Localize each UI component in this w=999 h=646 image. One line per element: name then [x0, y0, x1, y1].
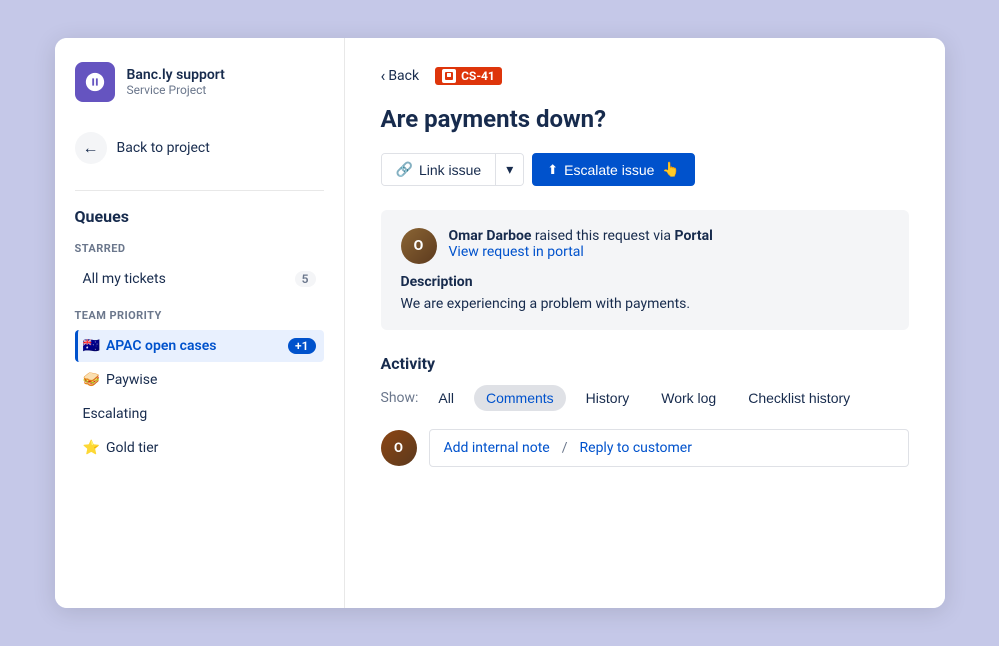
portal-text: Portal: [675, 228, 713, 244]
escalate-label: Escalate issue: [564, 162, 654, 178]
gold-tier-item-left: ⭐ Gold tier: [83, 440, 159, 456]
starred-label: STARRED: [75, 242, 324, 255]
filter-worklog-button[interactable]: Work log: [649, 385, 728, 411]
filter-comments-button[interactable]: Comments: [474, 385, 566, 411]
activity-title: Activity: [381, 354, 909, 373]
paywise-label: Paywise: [106, 372, 157, 388]
filter-all-button[interactable]: All: [426, 385, 466, 411]
escalating-label: Escalating: [83, 406, 148, 422]
gold-tier-emoji: ⭐: [83, 440, 100, 456]
starred-section: STARRED All my tickets 5: [55, 242, 344, 297]
back-to-project-button[interactable]: ← Back to project: [55, 122, 344, 174]
sidebar-item-paywise[interactable]: 🥪 Paywise: [75, 364, 324, 396]
comment-row: O Add internal note / Reply to customer: [381, 429, 909, 467]
description-label: Description: [401, 274, 889, 290]
apac-badge: +1: [288, 338, 315, 354]
apac-item-left: 🇦🇺 APAC open cases: [83, 338, 217, 354]
sidebar-item-apac[interactable]: 🇦🇺 APAC open cases +1: [75, 330, 324, 362]
show-bar: Show: All Comments History Work log Chec…: [381, 385, 909, 411]
filter-history-button[interactable]: History: [574, 385, 642, 411]
add-internal-note-link[interactable]: Add internal note: [444, 440, 550, 456]
activity-card: O Omar Darboe raised this request via Po…: [381, 210, 909, 330]
escalating-item-left: Escalating: [83, 406, 148, 422]
sidebar-item-escalating[interactable]: Escalating: [75, 398, 324, 430]
back-arrow-icon: ←: [75, 132, 107, 164]
team-priority-section: TEAM PRIORITY 🇦🇺 APAC open cases +1 🥪 Pa…: [55, 309, 344, 466]
comment-separator: /: [562, 440, 568, 456]
description-text: We are experiencing a problem with payme…: [401, 296, 889, 312]
link-icon: 🔗: [396, 161, 413, 178]
sidebar-item-gold-tier[interactable]: ⭐ Gold tier: [75, 432, 324, 464]
requester-name: Omar Darboe: [449, 228, 532, 244]
team-priority-label: TEAM PRIORITY: [75, 309, 324, 322]
project-type: Service Project: [127, 83, 225, 97]
all-tickets-badge: 5: [295, 271, 316, 287]
gold-tier-label: Gold tier: [106, 440, 158, 456]
page-title: Are payments down?: [381, 105, 909, 133]
raised-text: raised this request via: [535, 228, 671, 244]
project-name: Banc.ly support: [127, 67, 225, 83]
main-content: ‹ Back CS-41 Are payments down? 🔗: [345, 38, 945, 608]
paywise-emoji: 🥪: [83, 372, 100, 388]
project-info: Banc.ly support Service Project: [127, 67, 225, 97]
back-label: Back: [388, 68, 419, 84]
incident-icon: [444, 71, 454, 81]
commenter-avatar: O: [381, 430, 417, 466]
queues-title: Queues: [55, 207, 344, 226]
back-chevron-icon: ‹: [381, 66, 386, 85]
show-label: Show:: [381, 390, 419, 406]
issue-id-text: CS-41: [461, 69, 495, 83]
apac-label: APAC open cases: [106, 338, 217, 354]
paywise-item-left: 🥪 Paywise: [83, 372, 158, 388]
filter-checklist-button[interactable]: Checklist history: [736, 385, 862, 411]
action-bar: 🔗 Link issue ▾ ⬆ Escalate issue 👆: [381, 153, 909, 186]
link-issue-dropdown-button[interactable]: ▾: [496, 154, 523, 185]
breadcrumb-back-button[interactable]: ‹ Back: [381, 66, 420, 85]
back-to-project-label: Back to project: [117, 140, 210, 156]
all-tickets-label: All my tickets: [83, 271, 166, 287]
project-logo-icon: [84, 71, 106, 93]
activity-header: O Omar Darboe raised this request via Po…: [401, 228, 889, 264]
project-icon: [75, 62, 115, 102]
issue-type-icon: [442, 69, 456, 83]
breadcrumb: ‹ Back CS-41: [381, 66, 909, 85]
activity-section: Activity Show: All Comments History Work…: [381, 354, 909, 467]
comment-input-area[interactable]: Add internal note / Reply to customer: [429, 429, 909, 467]
description-section: Description We are experiencing a proble…: [401, 274, 889, 312]
reply-to-customer-link[interactable]: Reply to customer: [580, 440, 692, 456]
omar-avatar: O: [401, 228, 437, 264]
link-issue-group: 🔗 Link issue ▾: [381, 153, 525, 186]
apac-emoji: 🇦🇺: [83, 338, 100, 354]
view-portal-link[interactable]: View request in portal: [449, 244, 584, 260]
link-issue-label: Link issue: [419, 162, 481, 178]
chevron-down-icon: ▾: [506, 161, 513, 178]
cursor-hint: 👆: [662, 161, 679, 178]
activity-meta: Omar Darboe raised this request via Port…: [449, 228, 713, 260]
escalate-icon: ⬆: [547, 162, 558, 178]
sidebar-divider: [75, 190, 324, 191]
sidebar: Banc.ly support Service Project ← Back t…: [55, 38, 345, 608]
sidebar-item-all-tickets[interactable]: All my tickets 5: [75, 263, 324, 295]
sidebar-project-header: Banc.ly support Service Project: [55, 62, 344, 122]
issue-id-badge: CS-41: [435, 67, 502, 85]
link-issue-button[interactable]: 🔗 Link issue: [382, 154, 497, 185]
escalate-issue-button[interactable]: ⬆ Escalate issue 👆: [532, 153, 695, 186]
